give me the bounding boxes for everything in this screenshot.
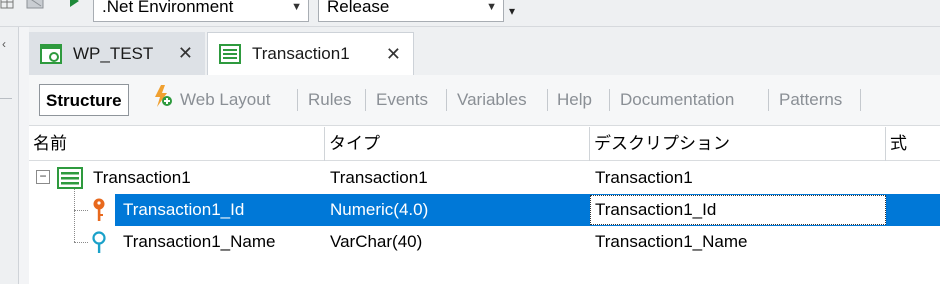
configuration-select[interactable]: Release ▼ xyxy=(318,0,504,22)
column-header-formula[interactable]: 式 xyxy=(886,127,940,161)
divider xyxy=(365,89,366,111)
cell-description-editor[interactable]: Transaction1_Id xyxy=(590,195,886,225)
web-panel-icon xyxy=(39,42,63,66)
cell-description: Transaction1_Name xyxy=(595,232,748,251)
tab-rules[interactable]: Rules xyxy=(308,84,351,116)
divider xyxy=(768,89,769,111)
divider xyxy=(446,89,447,111)
cell-description: Transaction1 xyxy=(595,168,693,187)
tab-variables[interactable]: Variables xyxy=(457,84,527,116)
divider xyxy=(860,89,861,111)
structure-grid-header: 名前 タイプ デスクリプション 式 xyxy=(29,127,940,161)
grid-icon[interactable] xyxy=(0,0,14,9)
column-header-name[interactable]: 名前 xyxy=(29,127,325,161)
tab-patterns[interactable]: Patterns xyxy=(779,84,842,116)
tab-events[interactable]: Events xyxy=(376,84,428,116)
divider xyxy=(547,89,548,111)
cell-name: Transaction1_Name xyxy=(123,232,276,251)
key-icon xyxy=(92,197,106,223)
table-icon xyxy=(218,42,242,66)
table-icon xyxy=(57,167,83,189)
toolbar-overflow-icon[interactable]: ▾ xyxy=(509,4,515,18)
divider xyxy=(0,98,12,99)
chevron-down-icon: ▼ xyxy=(486,1,497,13)
cell-name: Transaction1 xyxy=(93,168,191,187)
cell-type: Transaction1 xyxy=(330,168,428,187)
document-tab-bar: WP_TEST ✕ Transaction1 ✕ xyxy=(29,27,940,75)
search-attribute-icon xyxy=(91,230,107,256)
tab-wp-test[interactable]: WP_TEST ✕ xyxy=(29,32,205,75)
run-icon[interactable] xyxy=(68,0,80,8)
build-icon[interactable] xyxy=(25,0,47,10)
tab-label: Transaction1 xyxy=(252,44,350,63)
chevron-down-icon: ▼ xyxy=(291,1,302,13)
tab-help[interactable]: Help xyxy=(557,84,592,116)
lightning-plus-icon xyxy=(151,83,173,109)
column-header-description[interactable]: デスクリプション xyxy=(590,127,886,161)
editor-tab-bar: Structure Web Layout Rules Events Variab… xyxy=(29,75,940,126)
tab-label: WP_TEST xyxy=(73,43,154,63)
collapse-tree-icon[interactable]: − xyxy=(36,170,50,184)
left-dock-gap xyxy=(19,27,29,284)
tab-documentation[interactable]: Documentation xyxy=(620,84,734,116)
divider xyxy=(609,89,610,111)
column-header-type[interactable]: タイプ xyxy=(325,127,590,161)
tab-web-layout[interactable]: Web Layout xyxy=(180,84,270,116)
cell-name: Transaction1_Id xyxy=(123,200,245,219)
divider xyxy=(297,89,298,111)
close-icon[interactable]: ✕ xyxy=(386,44,401,65)
collapse-icon[interactable]: ‹ xyxy=(2,37,6,51)
table-row[interactable]: Transaction1_Name VarChar(40) Transactio… xyxy=(29,226,940,258)
cell-type: Numeric(4.0) xyxy=(330,200,429,219)
left-dock-strip: ‹ xyxy=(0,27,19,284)
close-icon[interactable]: ✕ xyxy=(178,43,193,64)
cell-type: VarChar(40) xyxy=(330,232,423,251)
table-row[interactable]: − Transaction1 Transaction1 Transaction1 xyxy=(29,162,940,194)
environment-select[interactable]: .Net Environment ▼ xyxy=(93,0,309,22)
environment-value: .Net Environment xyxy=(102,0,234,16)
tab-structure[interactable]: Structure xyxy=(39,84,129,116)
main-toolbar: .Net Environment ▼ Release ▼ ▾ xyxy=(0,0,940,27)
configuration-value: Release xyxy=(327,0,390,16)
table-row-selected[interactable]: Transaction1_Id Numeric(4.0) Transaction… xyxy=(29,194,940,226)
tab-transaction1[interactable]: Transaction1 ✕ xyxy=(207,32,414,75)
